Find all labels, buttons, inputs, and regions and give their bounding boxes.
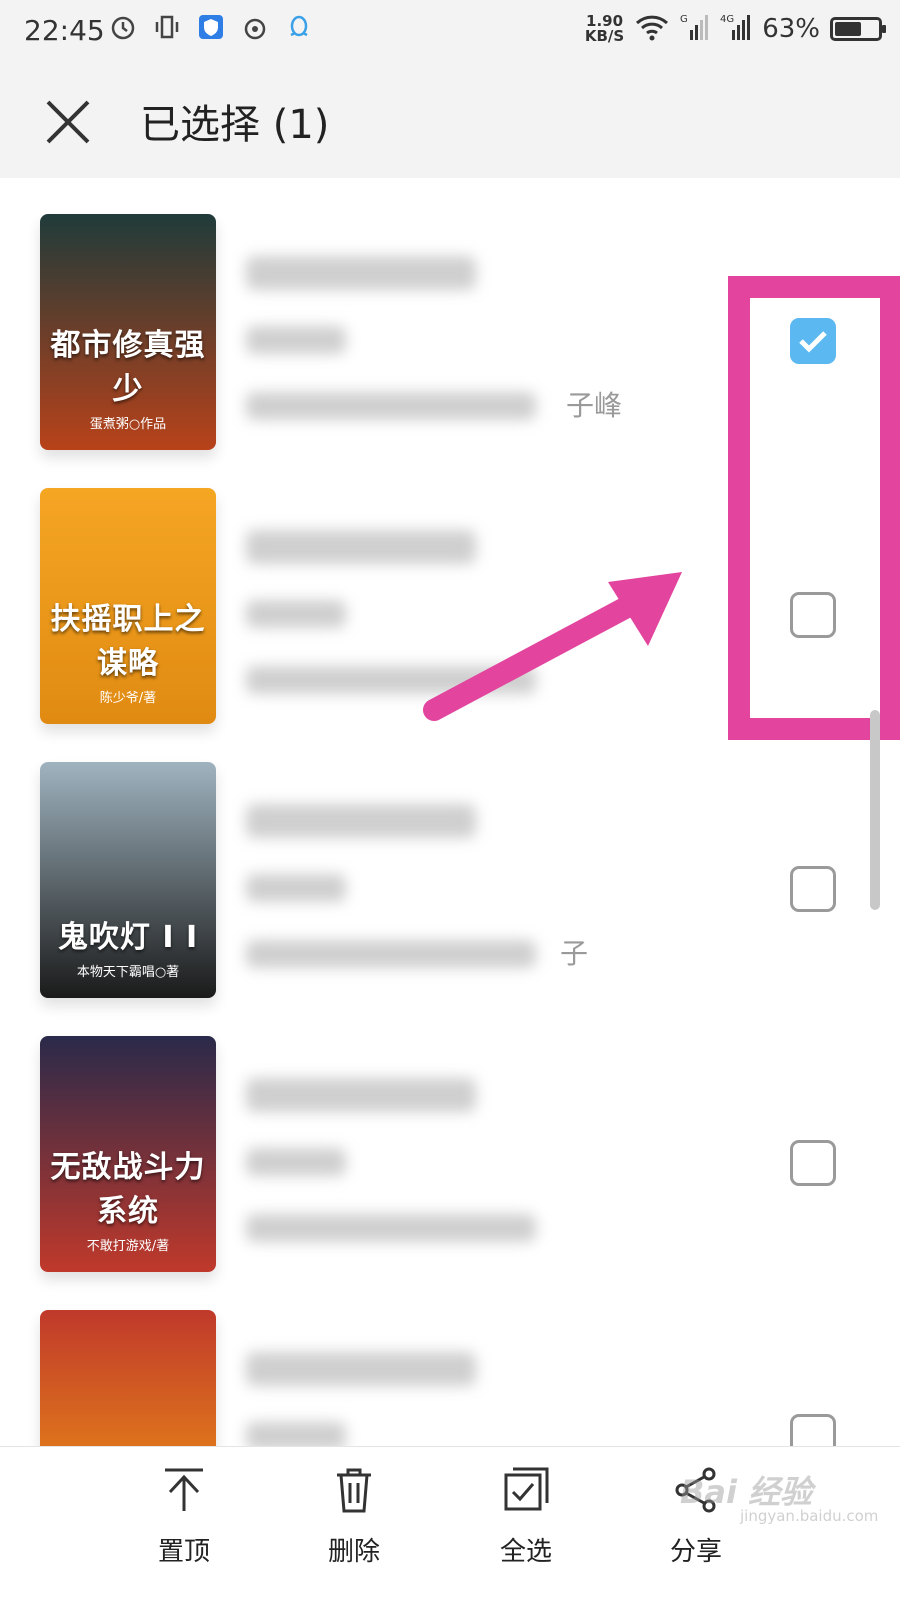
status-time: 22:45 (24, 14, 105, 47)
book-cover: 都市修真强少蛋煮粥○作品 (40, 214, 216, 450)
vibrate-icon (152, 12, 182, 42)
book-progress-blurred (246, 1214, 536, 1242)
status-left-icons (108, 12, 314, 42)
close-icon (46, 100, 90, 144)
book-select-checkbox[interactable] (790, 866, 836, 912)
book-author-blurred (246, 326, 346, 354)
bottom-action-bar: 置顶 删除 全选 分享 Bai 经验 jingyan.baidu.com (0, 1446, 900, 1601)
scrollbar[interactable] (870, 710, 880, 910)
book-progress-snippet: 子 (560, 937, 589, 970)
speed-unit: KB/S (584, 27, 625, 45)
book-author-blurred (246, 600, 346, 628)
book-title-blurred (246, 804, 476, 838)
book-cover: 无敌战斗力系统不敢打游戏/著 (40, 1036, 216, 1272)
battery-fill (835, 22, 861, 36)
book-title-blurred (246, 1078, 476, 1112)
book-progress-blurred (246, 940, 536, 968)
book-title-blurred (246, 1352, 476, 1386)
book-cover-title: 无敌战斗力系统 (50, 1150, 206, 1229)
svg-text:4G: 4G (720, 14, 734, 25)
svg-text:G: G (680, 14, 688, 25)
delete-button[interactable]: 删除 (304, 1465, 404, 1568)
annotation-arrow (423, 572, 682, 721)
book-cover-author: 本物天下霸唱○著 (76, 965, 180, 980)
shield-icon (196, 12, 226, 42)
book-cover-author: 蛋煮粥○作品 (89, 417, 167, 432)
book-cover: 扶摇职上之谋略陈少爷/著 (40, 488, 216, 724)
book-author-blurred (246, 1148, 346, 1176)
book-cover: 鬼吹灯 I I 本物天下霸唱○著 (40, 762, 216, 998)
battery-percent: 63% (762, 14, 820, 44)
wifi-icon (634, 12, 670, 46)
annotation-highlight-box (728, 276, 900, 740)
trash-icon (337, 1468, 371, 1513)
pin-top-button[interactable]: 置顶 (134, 1465, 234, 1568)
page-title: 已选择 (1) (140, 102, 330, 148)
status-right: 1.90 KB/S G 4G 63% (585, 12, 886, 46)
select-all-icon (504, 1467, 549, 1511)
pin-top-icon (165, 1468, 203, 1511)
book-row[interactable]: 无敌战斗力系统不敢打游戏/著 (0, 1036, 900, 1310)
book-cover-author: 陈少爷/著 (99, 691, 157, 706)
signal-g-icon: G (680, 12, 710, 46)
delete-label: 删除 (327, 1537, 380, 1567)
select-all-button[interactable]: 全选 (476, 1465, 576, 1568)
alarm-icon (108, 12, 138, 42)
signal-4g-icon: 4G (720, 12, 752, 46)
book-title-blurred (246, 256, 476, 290)
select-all-label: 全选 (499, 1537, 552, 1567)
book-progress-blurred (246, 392, 536, 420)
close-button[interactable] (42, 96, 94, 148)
weibo-icon (240, 12, 270, 42)
pin-top-label: 置顶 (157, 1537, 210, 1567)
selection-header (0, 64, 900, 178)
network-speed: 1.90 KB/S (585, 14, 624, 44)
book-cover-title: 鬼吹灯 I I (57, 920, 199, 955)
book-cover-title: 扶摇职上之谋略 (50, 602, 206, 681)
book-select-checkbox[interactable] (790, 1140, 836, 1186)
qq-icon (284, 12, 314, 42)
share-label: 分享 (669, 1537, 722, 1567)
battery-icon (830, 17, 886, 41)
baidu-watermark-url: jingyan.baidu.com (740, 1507, 879, 1525)
book-row[interactable]: 鬼吹灯 I I 本物天下霸唱○著 子 (0, 762, 900, 1036)
book-title-blurred (246, 530, 476, 564)
book-cover-title: 都市修真强少 (50, 328, 206, 407)
book-cover-author: 不敢打游戏/著 (86, 1239, 170, 1254)
book-author-blurred (246, 874, 346, 902)
book-progress-snippet: 子峰 (566, 389, 623, 422)
